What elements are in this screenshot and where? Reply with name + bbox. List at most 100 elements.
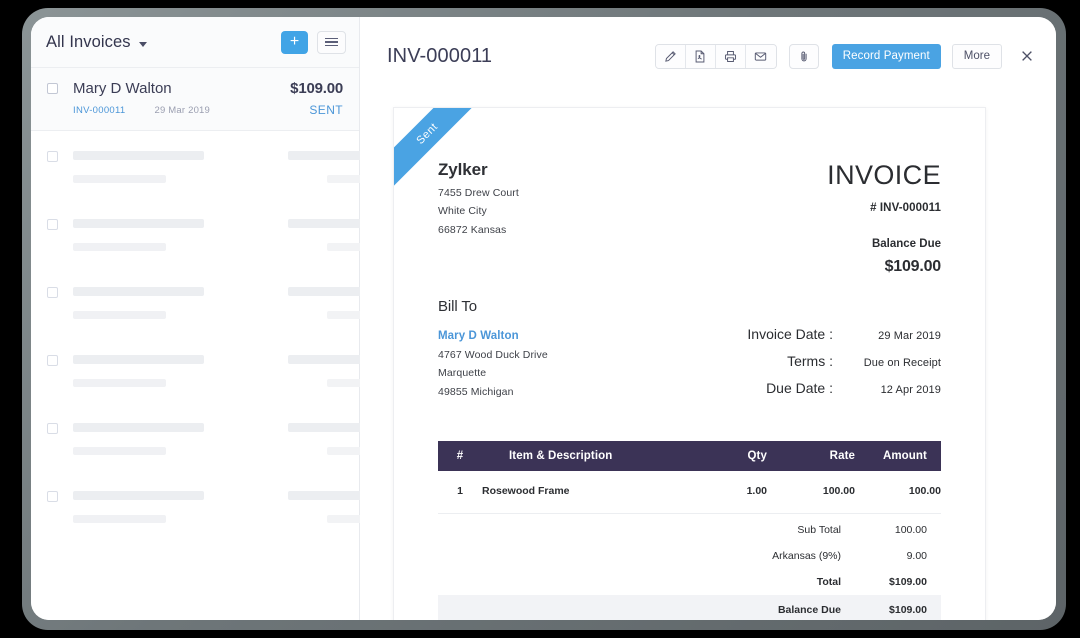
invoice-list-item-placeholder[interactable]	[31, 199, 359, 267]
placeholder-bar	[73, 447, 166, 455]
placeholder-bar	[73, 311, 166, 319]
placeholder-bar	[73, 287, 204, 296]
invoice-header-section: Zylker 7455 Drew Court White City 66872 …	[438, 160, 941, 276]
pdf-document-icon[interactable]	[686, 45, 716, 68]
placeholder-bar	[73, 379, 166, 387]
app-window: All Invoices + Mary D Walton $109.00 INV…	[31, 17, 1056, 620]
placeholder-bar	[288, 287, 365, 296]
toolbar-icon-group	[655, 44, 777, 69]
chevron-down-icon[interactable]	[139, 42, 147, 47]
invoice-meta-row: Due Date : 12 Apr 2019	[703, 380, 941, 396]
bill-to-address-line: Marquette	[438, 367, 548, 379]
terms-value: Due on Receipt	[833, 357, 941, 369]
paperclip-icon[interactable]	[789, 44, 819, 69]
placeholder-bar	[288, 423, 365, 432]
invoice-totals-section: Sub Total 100.00 Arkansas (9%) 9.00 Tota…	[438, 517, 941, 620]
total-value: $109.00	[841, 576, 927, 588]
placeholder-bar	[288, 219, 365, 228]
due-date-label: Due Date :	[703, 380, 833, 396]
invoice-row-checkbox[interactable]	[47, 83, 58, 94]
bill-to-customer-name[interactable]: Mary D Walton	[438, 330, 548, 342]
column-header-number: #	[438, 441, 482, 471]
bill-to-address-line: 4767 Wood Duck Drive	[438, 349, 548, 361]
placeholder-checkbox[interactable]	[47, 219, 58, 230]
list-item-secondary-line: INV-000011 29 Mar 2019 SENT	[47, 103, 343, 117]
vendor-block: Zylker 7455 Drew Court White City 66872 …	[438, 160, 519, 276]
line-item-qty: 1.00	[695, 471, 767, 514]
balance-due-row-value: $109.00	[841, 604, 927, 616]
column-header-qty: Qty	[695, 441, 767, 471]
detail-toolbar: INV-000011	[360, 17, 1056, 95]
page-title: INV-000011	[387, 45, 492, 68]
line-items-table: # Item & Description Qty Rate Amount 1 R…	[438, 441, 941, 514]
placeholder-bar	[73, 219, 204, 228]
placeholder-bar	[288, 151, 365, 160]
vendor-address-line: 66872 Kansas	[438, 224, 519, 236]
close-icon[interactable]	[1017, 46, 1037, 66]
line-items-table-head: # Item & Description Qty Rate Amount	[438, 441, 941, 471]
more-button[interactable]: More	[952, 44, 1002, 69]
edit-pencil-icon[interactable]	[656, 45, 686, 68]
list-filter-title[interactable]: All Invoices	[46, 33, 131, 52]
invoice-number-label[interactable]: INV-000011	[73, 105, 125, 116]
bill-to-label: Bill To	[438, 298, 548, 315]
placeholder-checkbox[interactable]	[47, 491, 58, 502]
placeholder-bar	[288, 355, 365, 364]
invoice-list-item-placeholder[interactable]	[31, 131, 359, 199]
due-date-value: 12 Apr 2019	[833, 384, 941, 396]
table-header-row: # Item & Description Qty Rate Amount	[438, 441, 941, 471]
invoice-meta-block: Invoice Date : 29 Mar 2019 Terms : Due o…	[703, 298, 941, 407]
invoice-list-item-placeholder[interactable]	[31, 267, 359, 335]
invoice-list-item-placeholder[interactable]	[31, 471, 359, 539]
balance-due-label: Balance Due	[827, 238, 941, 250]
invoice-date-value: 29 Mar 2019	[833, 330, 941, 342]
record-payment-button[interactable]: Record Payment	[832, 44, 941, 69]
placeholder-checkbox[interactable]	[47, 355, 58, 366]
subtotal-value: 100.00	[841, 524, 927, 536]
invoice-list-item-placeholder[interactable]	[31, 403, 359, 471]
status-badge: SENT	[309, 103, 343, 117]
invoice-customer-name: Mary D Walton	[73, 80, 172, 97]
hamburger-icon	[325, 36, 338, 49]
table-row: 1 Rosewood Frame 1.00 100.00 100.00	[438, 471, 941, 514]
invoice-list-item-selected[interactable]: Mary D Walton $109.00 INV-000011 29 Mar …	[31, 68, 359, 131]
vendor-address-line: White City	[438, 205, 519, 217]
print-icon[interactable]	[716, 45, 746, 68]
invoice-list-item-placeholder[interactable]	[31, 335, 359, 403]
placeholder-bar	[73, 355, 204, 364]
invoice-meta-row: Invoice Date : 29 Mar 2019	[703, 326, 941, 342]
invoice-date-label: Invoice Date :	[703, 326, 833, 342]
balance-due-row-label: Balance Due	[661, 604, 841, 616]
tax-label: Arkansas (9%)	[661, 550, 841, 562]
invoice-billing-section: Bill To Mary D Walton 4767 Wood Duck Dri…	[438, 298, 941, 407]
placeholder-checkbox[interactable]	[47, 151, 58, 162]
invoice-number: # INV-000011	[827, 202, 941, 214]
email-envelope-icon[interactable]	[746, 45, 776, 68]
invoice-body: Zylker 7455 Drew Court White City 66872 …	[394, 108, 985, 620]
line-item-amount: 100.00	[855, 471, 941, 514]
invoice-summary-block: INVOICE # INV-000011 Balance Due $109.00	[827, 160, 941, 276]
placeholder-checkbox[interactable]	[47, 423, 58, 434]
line-item-rate: 100.00	[767, 471, 855, 514]
line-item-number: 1	[438, 471, 482, 514]
column-header-amount: Amount	[855, 441, 941, 471]
placeholder-bar	[288, 491, 365, 500]
invoice-amount: $109.00	[290, 80, 343, 97]
placeholder-bar	[73, 515, 166, 523]
device-frame: All Invoices + Mary D Walton $109.00 INV…	[22, 8, 1066, 630]
vendor-address-line: 7455 Drew Court	[438, 187, 519, 199]
invoice-detail-pane: INV-000011	[360, 17, 1056, 620]
placeholder-bar	[73, 151, 204, 160]
balance-due-value: $109.00	[827, 258, 941, 276]
placeholder-bar	[73, 243, 166, 251]
terms-label: Terms :	[703, 353, 833, 369]
placeholder-bar	[73, 491, 204, 500]
placeholder-checkbox[interactable]	[47, 287, 58, 298]
tax-value: 9.00	[841, 550, 927, 562]
bill-to-block: Bill To Mary D Walton 4767 Wood Duck Dri…	[438, 298, 548, 407]
subtotal-row: Sub Total 100.00	[438, 517, 941, 543]
line-item-description: Rosewood Frame	[482, 471, 695, 514]
add-invoice-button[interactable]: +	[281, 31, 308, 54]
total-row: Total $109.00	[438, 569, 941, 595]
list-view-menu-button[interactable]	[317, 31, 346, 54]
